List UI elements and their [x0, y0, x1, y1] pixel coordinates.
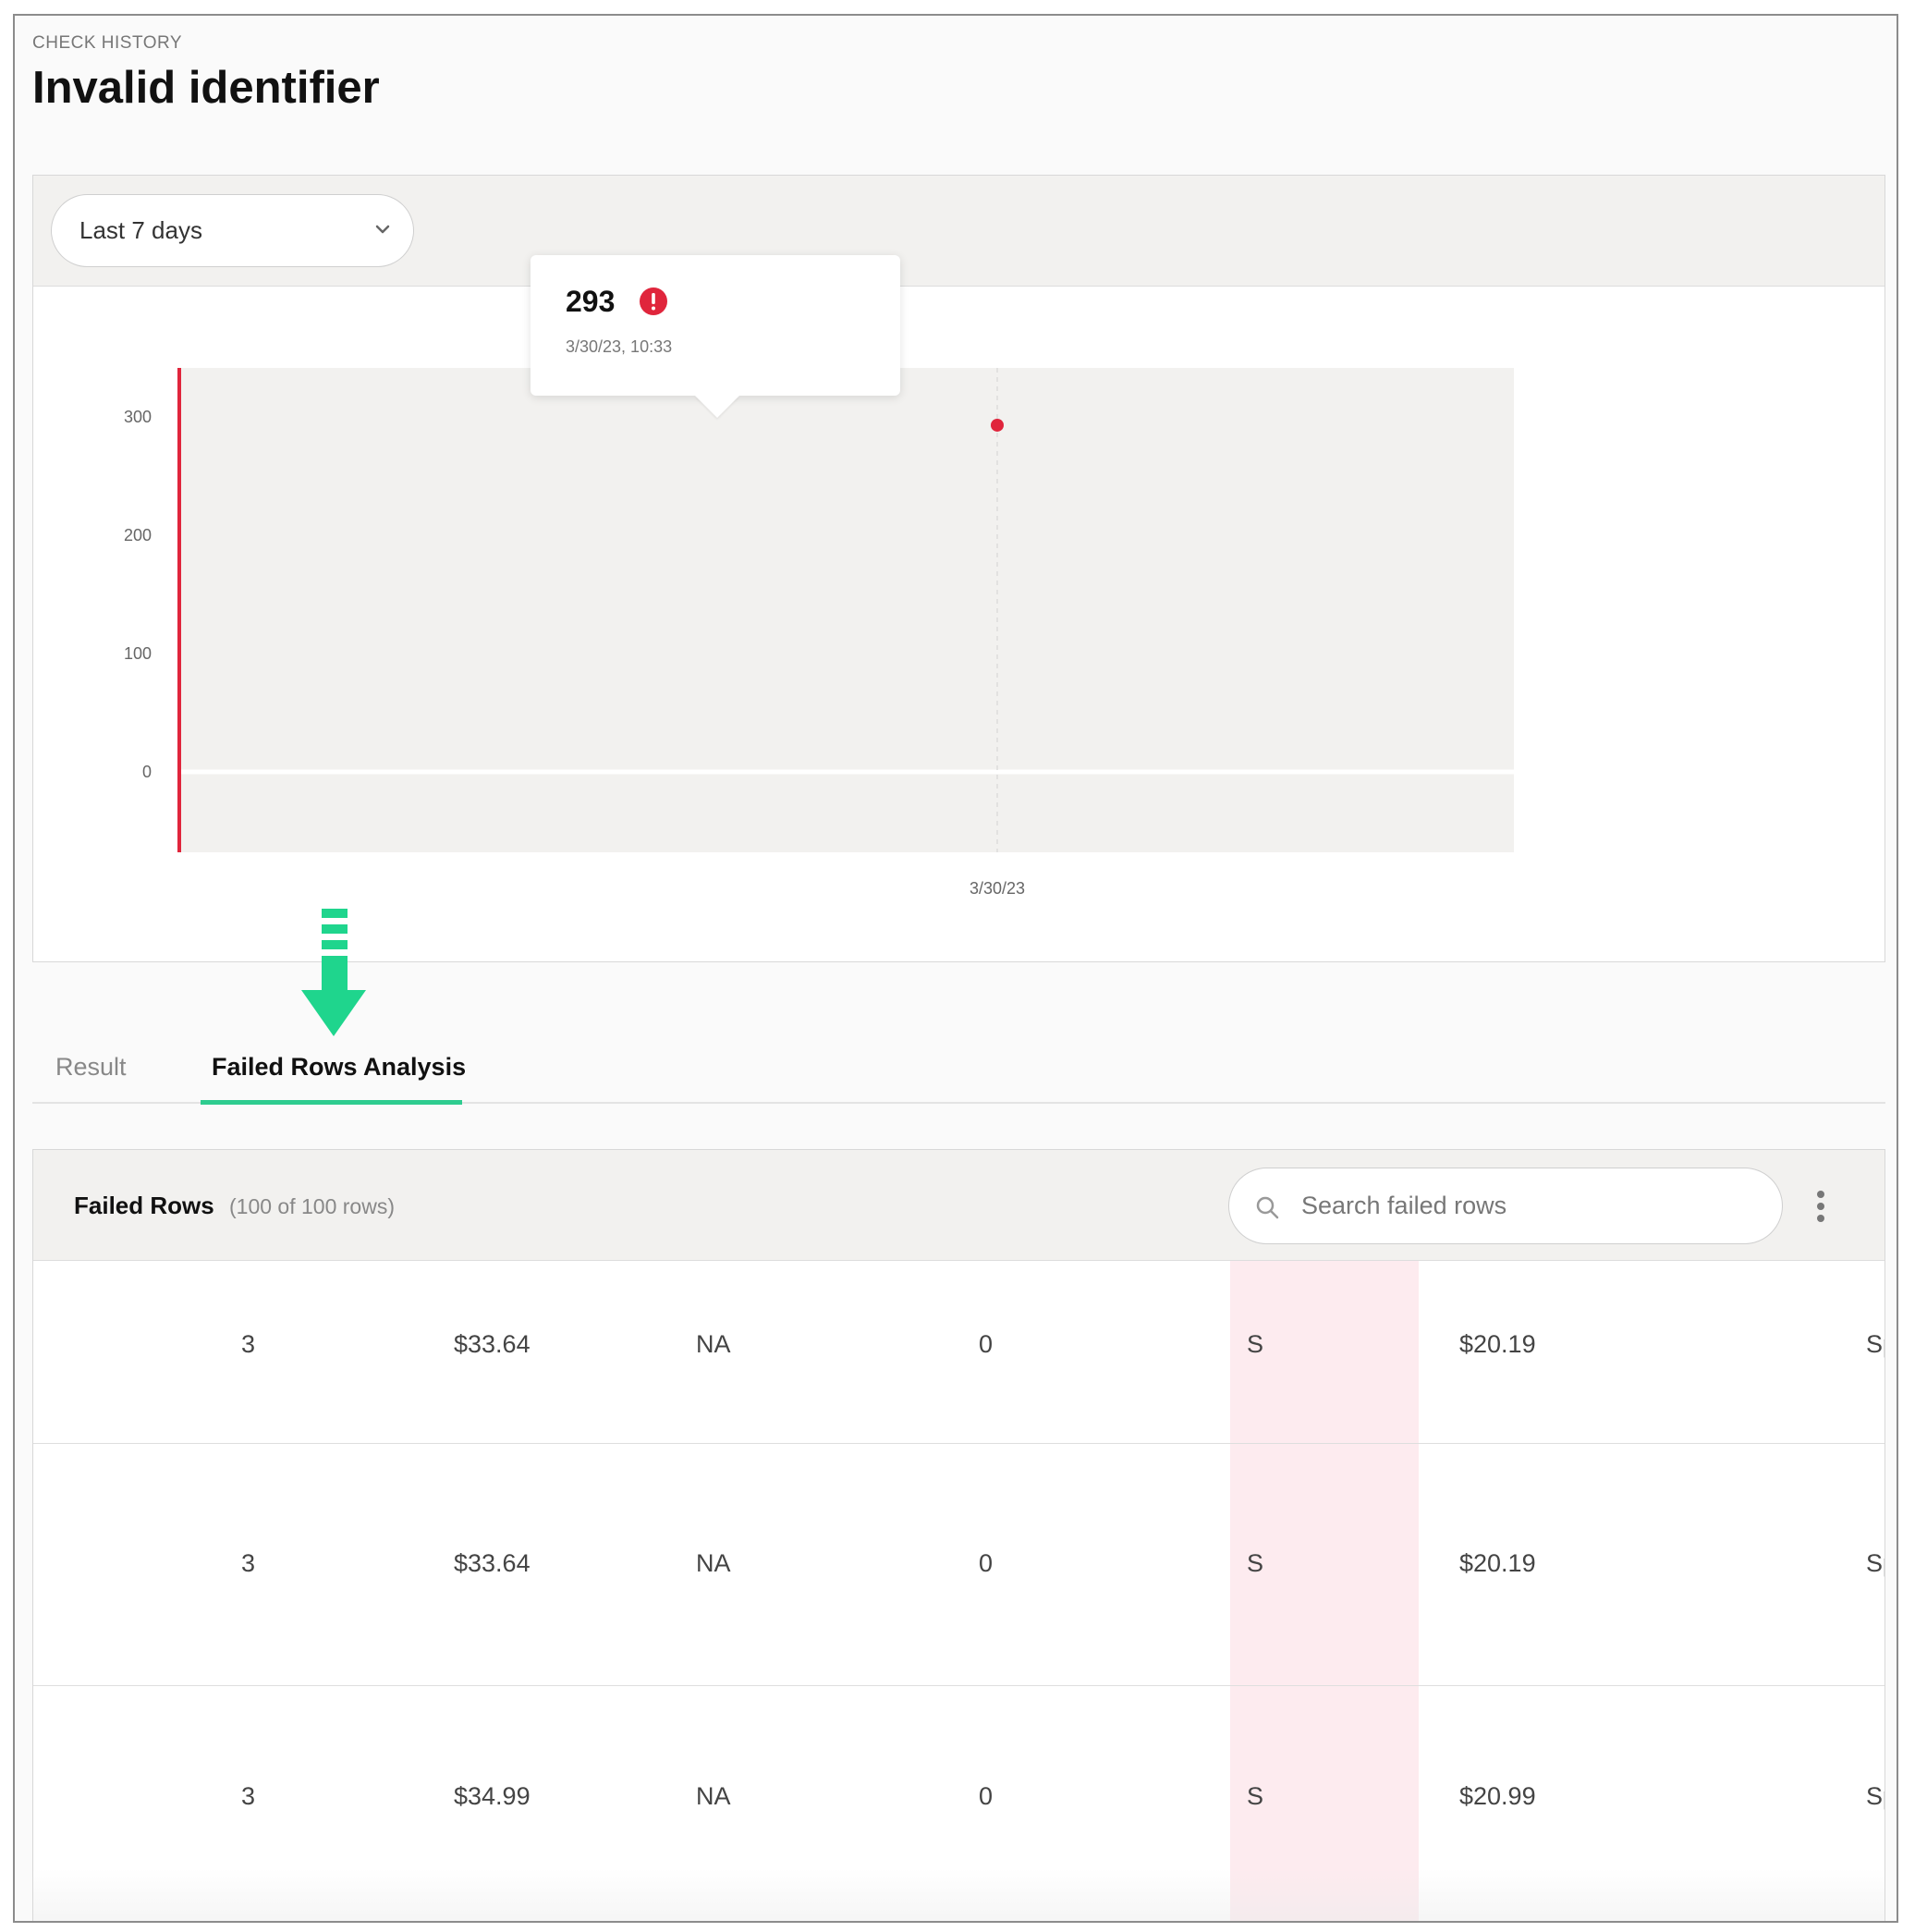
table-cell-col-quantity: 3 [241, 1782, 256, 1810]
y-tick-label: 300 [124, 408, 152, 426]
data-point [991, 418, 1004, 432]
check-history-page: CHECK HISTORY Invalid identifier Last 7 … [13, 14, 1898, 1923]
tab-bar: Result Failed Rows Analysis [32, 1023, 1885, 1105]
date-range-select[interactable]: Last 7 days [51, 194, 414, 267]
search-box[interactable] [1228, 1168, 1783, 1244]
table-cell-col-code: NA [696, 1330, 731, 1358]
alert-icon [640, 287, 667, 315]
table-cell-col-amount: $20.99 [1459, 1782, 1536, 1810]
table-cell-col-overflow: Sp [1866, 1549, 1885, 1577]
table-cell-col-flag: 0 [979, 1782, 994, 1810]
table-cell-col-overflow: Sp [1866, 1330, 1885, 1358]
y-tick-label: 200 [124, 526, 152, 544]
page-eyebrow: CHECK HISTORY [32, 33, 183, 53]
table-cell-col-price: $33.64 [454, 1549, 531, 1577]
table-cell-col-code: NA [696, 1782, 731, 1810]
search-input[interactable] [1301, 1189, 1745, 1222]
table-cell-col-failed-value: S [1247, 1330, 1264, 1358]
search-icon [1256, 1196, 1279, 1219]
check-history-chart: 300 200 100 0 3/30/23 [124, 368, 1514, 898]
table-cell-col-quantity: 3 [241, 1330, 256, 1358]
tab-failed-rows-analysis[interactable]: Failed Rows Analysis [212, 1053, 466, 1082]
tooltip-timestamp: 3/30/23, 10:33 [566, 337, 673, 356]
x-tick-label: 3/30/23 [970, 879, 1025, 898]
table-cell-col-quantity: 3 [241, 1549, 256, 1577]
table-cell-col-price: $33.64 [454, 1330, 531, 1358]
table-cell-col-amount: $20.19 [1459, 1330, 1536, 1358]
date-range-label: Last 7 days [79, 216, 202, 244]
failed-rows-card: Failed Rows (100 of 100 rows) 3 $33.64 NA 0… [32, 1149, 1885, 1921]
failed-rows-count: (100 of 100 rows) [229, 1194, 395, 1218]
chart-plot-area [179, 368, 1514, 852]
table-cell-col-price: $34.99 [454, 1782, 531, 1810]
failed-rows-header: Failed Rows (100 of 100 rows) [33, 1150, 1885, 1261]
chart-card: Last 7 days 300 200 100 0 3/30/23 293 3/30/2… [32, 175, 1885, 962]
table-cell-col-code: NA [696, 1549, 731, 1577]
table-cell-col-flag: 0 [979, 1549, 994, 1577]
y-tick-label: 100 [124, 644, 152, 663]
y-tick-label: 0 [142, 763, 152, 781]
table-cell-col-overflow: Sp [1866, 1782, 1885, 1810]
table-row[interactable]: 3 $33.64 NA 0 S $20.19 Sp [33, 1444, 1885, 1686]
table-cell-col-failed-value: S [1247, 1782, 1264, 1810]
page-title: Invalid identifier [32, 63, 380, 113]
tooltip-value: 293 [566, 285, 616, 318]
table-cell-col-failed-value: S [1247, 1549, 1264, 1577]
green-down-arrow-icon [301, 909, 366, 1036]
more-options-icon[interactable] [1815, 1190, 1826, 1223]
chart-toolbar: Last 7 days [33, 176, 1885, 287]
chevron-down-icon [375, 225, 390, 234]
active-tab-indicator [201, 1100, 462, 1105]
failed-rows-title: Failed Rows [74, 1192, 214, 1219]
chart-tooltip: 293 3/30/23, 10:33 [531, 255, 900, 418]
tab-result[interactable]: Result [55, 1053, 127, 1082]
table-row[interactable]: 3 $33.64 NA 0 S $20.19 Sp [33, 1261, 1885, 1444]
table-cell-col-amount: $20.19 [1459, 1549, 1536, 1577]
table-cell-col-flag: 0 [979, 1330, 994, 1358]
tooltip-pointer [695, 396, 739, 418]
scroll-fade [33, 1869, 1885, 1921]
